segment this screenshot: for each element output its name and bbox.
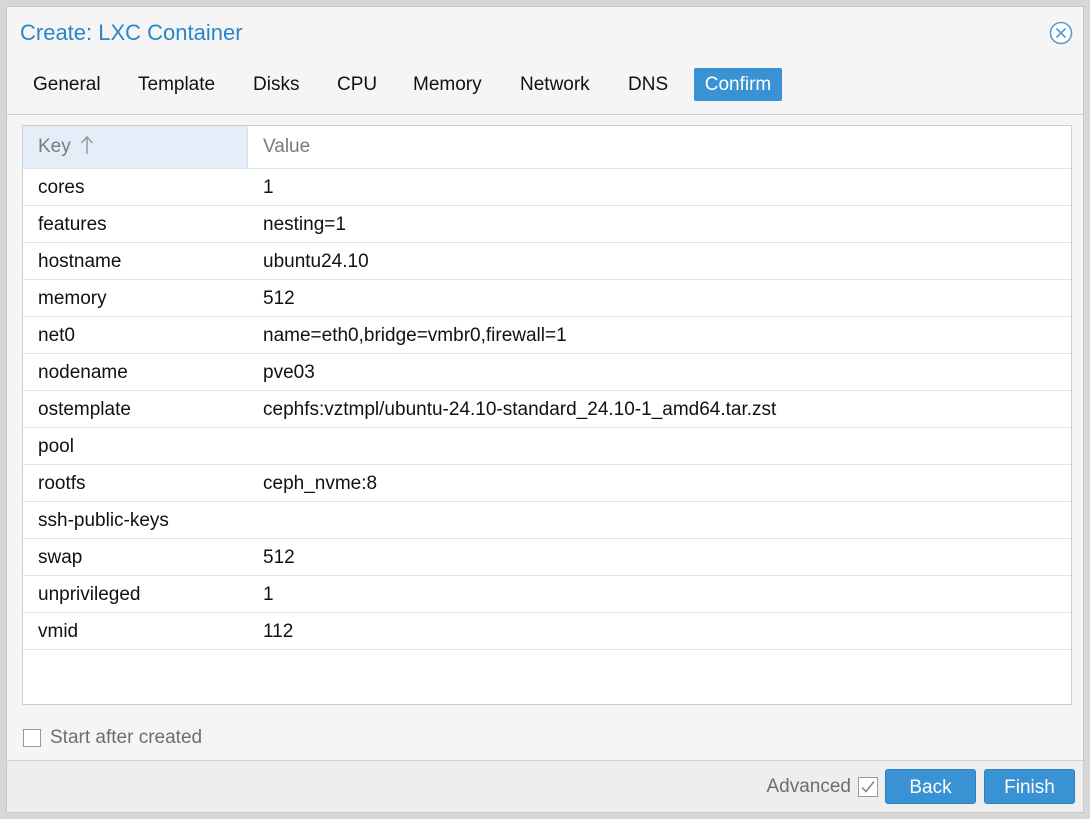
table-row[interactable]: vmid 112 — [23, 613, 1071, 650]
column-header-key[interactable]: Key — [23, 126, 248, 168]
table-row[interactable]: features nesting=1 — [23, 206, 1071, 243]
tab-template[interactable]: Template — [128, 68, 225, 101]
confirm-grid: Key Value cores 1 features nesting=1 hos… — [22, 125, 1072, 705]
arrow-up-icon — [80, 135, 94, 154]
row-key: rootfs — [38, 473, 86, 494]
table-row[interactable]: nodename pve03 — [23, 354, 1071, 391]
row-key: hostname — [38, 251, 122, 272]
table-row[interactable]: net0 name=eth0,bridge=vmbr0,firewall=1 — [23, 317, 1071, 354]
table-row[interactable]: pool — [23, 428, 1071, 465]
table-row[interactable]: swap 512 — [23, 539, 1071, 576]
advanced-toggle[interactable]: Advanced — [766, 775, 878, 799]
dialog-window: Create: LXC Container General Template D… — [6, 6, 1084, 813]
row-key: memory — [38, 288, 107, 309]
row-key: unprivileged — [38, 584, 141, 605]
dialog-title: Create: LXC Container — [20, 20, 243, 45]
close-icon[interactable] — [1049, 21, 1073, 45]
table-row[interactable]: hostname ubuntu24.10 — [23, 243, 1071, 280]
row-key: pool — [38, 436, 74, 457]
table-row[interactable]: unprivileged 1 — [23, 576, 1071, 613]
row-key: features — [38, 214, 107, 235]
back-button[interactable]: Back — [885, 769, 976, 804]
row-value: 512 — [263, 288, 295, 309]
row-value: pve03 — [263, 362, 315, 383]
dialog-footer: Advanced Back Finish — [7, 760, 1083, 812]
tab-dns[interactable]: DNS — [618, 68, 678, 101]
start-after-created-label: Start after created — [50, 727, 203, 748]
column-header-value[interactable]: Value — [248, 126, 1071, 168]
table-row[interactable]: ssh-public-keys — [23, 502, 1071, 539]
finish-button[interactable]: Finish — [984, 769, 1075, 804]
table-row[interactable]: memory 512 — [23, 280, 1071, 317]
checkmark-icon — [861, 781, 875, 793]
row-key: nodename — [38, 362, 128, 383]
row-value: nesting=1 — [263, 214, 346, 235]
tab-disks[interactable]: Disks — [243, 68, 309, 101]
wizard-tabbar: General Template Disks CPU Memory Networ… — [7, 59, 1083, 115]
row-value: 512 — [263, 547, 295, 568]
start-after-created-checkbox[interactable]: Start after created — [23, 726, 202, 750]
row-value: cephfs:vztmpl/ubuntu-24.10-standard_24.1… — [263, 399, 777, 420]
table-row[interactable]: cores 1 — [23, 169, 1071, 206]
row-value: name=eth0,bridge=vmbr0,firewall=1 — [263, 325, 567, 346]
advanced-label: Advanced — [766, 776, 851, 797]
grid-header: Key Value — [23, 126, 1071, 169]
tab-memory[interactable]: Memory — [403, 68, 492, 101]
dialog-titlebar: Create: LXC Container — [7, 7, 1083, 59]
tab-confirm[interactable]: Confirm — [694, 68, 782, 101]
row-value: 1 — [263, 584, 274, 605]
row-key: swap — [38, 547, 83, 568]
table-row[interactable]: ostemplate cephfs:vztmpl/ubuntu-24.10-st… — [23, 391, 1071, 428]
advanced-checkbox[interactable] — [858, 777, 878, 797]
row-key: vmid — [38, 621, 79, 642]
tab-general[interactable]: General — [23, 68, 111, 101]
column-header-key-label: Key — [38, 136, 71, 157]
dialog-body: Key Value cores 1 features nesting=1 hos… — [7, 115, 1083, 760]
table-row[interactable]: rootfs ceph_nvme:8 — [23, 465, 1071, 502]
tab-cpu[interactable]: CPU — [327, 68, 387, 101]
row-key: ostemplate — [38, 399, 131, 420]
row-key: ssh-public-keys — [38, 510, 169, 531]
row-key: cores — [38, 177, 85, 198]
start-after-created-box[interactable] — [23, 729, 41, 747]
row-key: net0 — [38, 325, 75, 346]
tab-network[interactable]: Network — [510, 68, 600, 101]
row-value: ubuntu24.10 — [263, 251, 369, 272]
row-value: 112 — [263, 621, 294, 642]
row-value: 1 — [263, 177, 274, 198]
row-value: ceph_nvme:8 — [263, 473, 378, 494]
